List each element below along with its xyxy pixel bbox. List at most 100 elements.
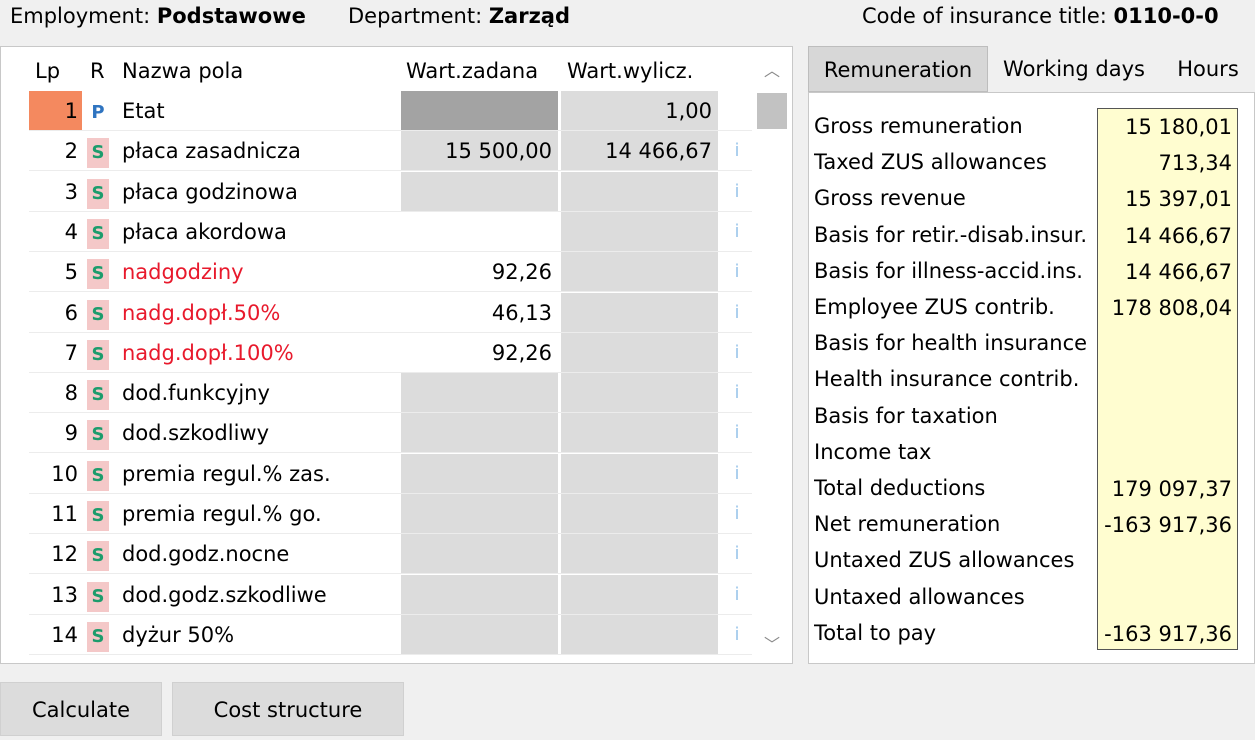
info-icon[interactable]: i <box>721 293 753 333</box>
payroll-components-grid[interactable]: Lp R Nazwa pola Wart.zadana Wart.wylicz.… <box>0 46 793 664</box>
column-header-name[interactable]: Nazwa pola <box>122 51 243 91</box>
set-value-cell[interactable] <box>401 614 558 655</box>
insurance-code-info: Code of insurance title: 0110-0-0 <box>862 4 1219 28</box>
calculated-value-cell[interactable] <box>561 211 718 252</box>
set-value-cell[interactable]: 92,26 <box>401 252 558 293</box>
calculated-value-cell[interactable] <box>561 574 718 615</box>
column-header-r[interactable]: R <box>90 51 105 91</box>
set-value-cell[interactable]: 92,26 <box>401 332 558 373</box>
scrollbar-thumb[interactable] <box>757 93 787 129</box>
summary-value: 14 466,67 <box>1125 223 1232 248</box>
row-type-badge: S <box>87 259 109 290</box>
field-name: płaca godzinowa <box>122 179 298 204</box>
scroll-up-icon[interactable]: ︿ <box>755 51 789 91</box>
field-name: Etat <box>122 99 165 123</box>
table-row[interactable]: 14 Sdyżur 50% i <box>1 614 792 655</box>
info-icon[interactable]: i <box>721 575 753 615</box>
table-row[interactable]: 11 Spremia regul.% go. i <box>1 494 792 534</box>
table-row[interactable]: 8 Sdod.funkcyjny i <box>1 373 792 414</box>
table-row[interactable]: 6 Snadg.dopł.50% 46,13 i <box>1 292 792 333</box>
set-value-cell[interactable] <box>401 171 558 212</box>
calculated-value-cell[interactable] <box>561 373 718 414</box>
tab-remuneration[interactable]: Remuneration <box>808 46 988 92</box>
info-icon[interactable]: i <box>721 212 753 252</box>
info-icon[interactable]: i <box>721 454 753 494</box>
calculated-value-cell[interactable] <box>561 252 718 293</box>
row-type-cell: S <box>87 333 115 373</box>
info-icon[interactable]: i <box>721 131 753 171</box>
calculated-value-cell[interactable]: 14 466,67 <box>561 131 718 172</box>
info-icon[interactable]: i <box>721 172 753 212</box>
info-icon[interactable]: i <box>721 615 753 655</box>
table-row[interactable]: 4 Spłaca akordowa i <box>1 211 792 252</box>
set-value-cell[interactable] <box>401 91 558 131</box>
set-value-cell[interactable] <box>401 534 558 575</box>
row-number: 9 <box>64 421 78 446</box>
calculated-value-cell[interactable] <box>561 413 718 454</box>
cost-structure-button[interactable]: Cost structure <box>172 682 404 736</box>
set-value-cell[interactable] <box>401 494 558 534</box>
summary-label: Gross revenue <box>814 186 966 211</box>
info-icon[interactable]: i <box>721 494 753 534</box>
table-row[interactable]: 13 Sdod.godz.szkodliwe i <box>1 574 792 615</box>
row-type-badge: S <box>87 541 109 572</box>
summary-value <box>1097 543 1238 579</box>
calculated-value-cell[interactable] <box>561 292 718 333</box>
table-row[interactable]: 2 Spłaca zasadnicza 15 500,00 14 466,67 i <box>1 131 792 172</box>
calculated-value-cell[interactable] <box>561 534 718 575</box>
grid-vertical-scrollbar[interactable] <box>755 91 789 663</box>
set-value-cell[interactable] <box>401 413 558 454</box>
field-name: dyżur 50% <box>122 622 235 647</box>
set-value-cell[interactable] <box>401 211 558 252</box>
table-row[interactable]: 1 P Etat 1,00 <box>1 91 792 131</box>
field-name: płaca zasadnicza <box>122 139 301 164</box>
set-value-cell[interactable] <box>401 574 558 615</box>
set-value-cell[interactable] <box>401 453 558 494</box>
calculated-value-cell[interactable] <box>561 332 718 373</box>
calculate-button[interactable]: Calculate <box>0 682 162 736</box>
row-number: 7 <box>64 340 78 365</box>
field-name: premia regul.% zas. <box>122 461 331 486</box>
column-header-wart-zadana[interactable]: Wart.zadana <box>406 51 538 91</box>
table-row[interactable]: 12 Sdod.godz.nocne i <box>1 534 792 575</box>
summary-label: Untaxed ZUS allowances <box>814 548 1075 573</box>
calculated-value-cell[interactable]: 1,00 <box>561 91 718 131</box>
table-row[interactable]: 10 Spremia regul.% zas. i <box>1 453 792 494</box>
scroll-down-icon[interactable]: ﹀ <box>755 625 789 663</box>
set-value-cell[interactable] <box>401 373 558 414</box>
calculated-value-cell[interactable] <box>561 494 718 534</box>
set-value-cell[interactable]: 15 500,00 <box>401 131 558 172</box>
row-type-badge: S <box>87 501 109 531</box>
row-type-cell: S <box>87 293 115 333</box>
tab-hours[interactable]: Hours <box>1164 46 1252 92</box>
row-number: 2 <box>64 139 78 164</box>
table-row[interactable]: 9 Sdod.szkodliwy i <box>1 413 792 454</box>
field-name: premia regul.% go. <box>122 502 322 526</box>
tab-working-days[interactable]: Working days <box>994 46 1154 92</box>
row-number: 14 <box>51 622 78 647</box>
column-header-wart-wylicz[interactable]: Wart.wylicz. <box>567 51 693 91</box>
summary-value: 713,34 <box>1158 151 1232 176</box>
info-icon[interactable]: i <box>721 252 753 292</box>
calculated-value-cell[interactable] <box>561 171 718 212</box>
row-type-badge: S <box>87 218 109 249</box>
table-row[interactable]: 3 Spłaca godzinowa i <box>1 171 792 212</box>
summary-value <box>1097 326 1238 362</box>
set-value-cell[interactable]: 46,13 <box>401 292 558 333</box>
info-icon[interactable]: i <box>721 373 753 413</box>
summary-value <box>1097 580 1238 616</box>
row-type-cell: S <box>87 131 115 171</box>
info-icon[interactable]: i <box>721 413 753 453</box>
calculated-value-cell[interactable] <box>561 453 718 494</box>
employment-value: Podstawowe <box>156 4 306 28</box>
info-icon[interactable]: i <box>721 534 753 574</box>
summary-tabs: Remuneration Working days Hours <box>808 46 1255 92</box>
calculated-value-cell[interactable] <box>561 614 718 655</box>
department-value: Zarząd <box>488 4 571 28</box>
info-icon[interactable]: i <box>721 333 753 373</box>
header-bar: Employment: Podstawowe Department: Zarzą… <box>0 0 1255 34</box>
column-header-lp[interactable]: Lp <box>35 51 60 91</box>
table-row[interactable]: 7 Snadg.dopł.100% 92,26 i <box>1 332 792 373</box>
row-type-badge: S <box>87 460 109 491</box>
table-row[interactable]: 5 Snadgodziny 92,26 i <box>1 252 792 293</box>
